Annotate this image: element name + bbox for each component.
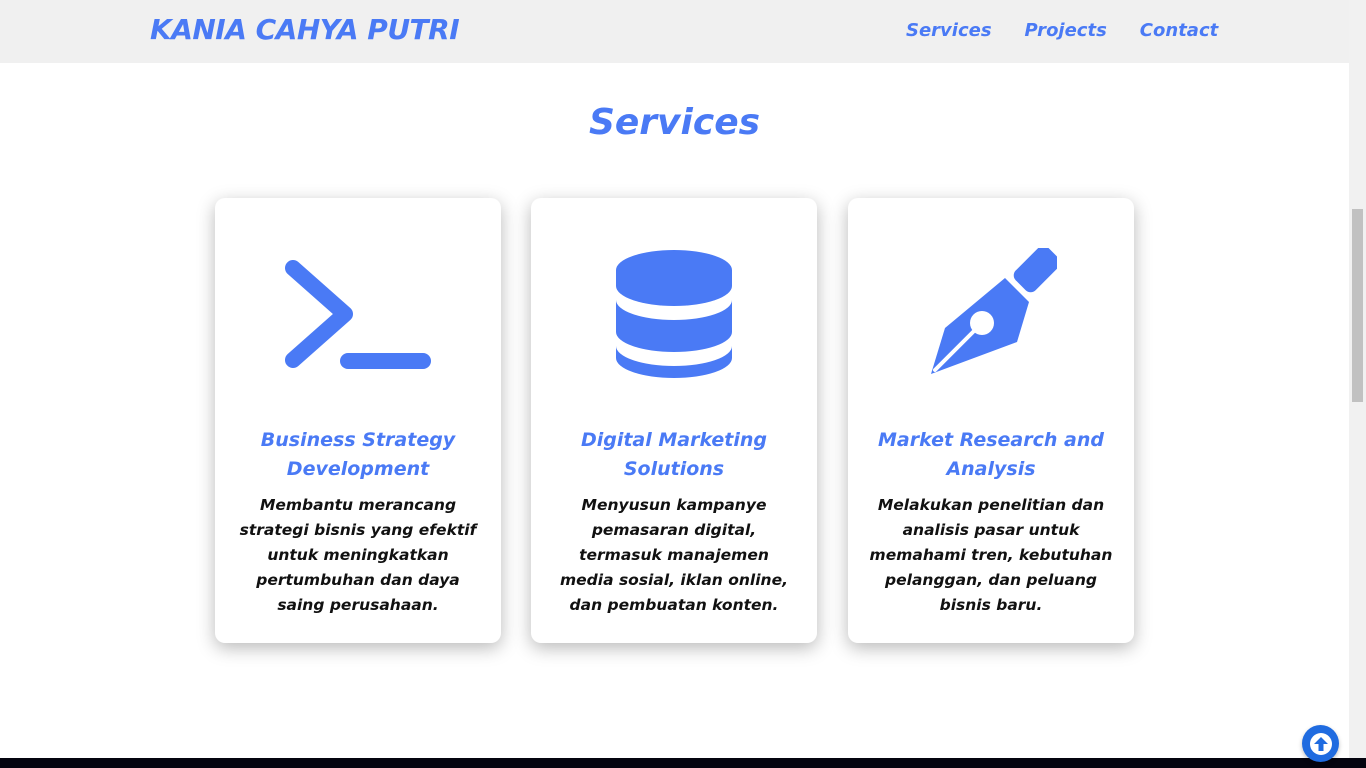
footer: [0, 758, 1366, 768]
terminal-icon: [215, 248, 501, 380]
card-title: Business Strategy Development: [260, 429, 456, 480]
database-icon: [531, 248, 817, 380]
back-to-top-button[interactable]: [1302, 725, 1339, 762]
card-title: Digital Marketing Solutions: [580, 429, 768, 480]
section-title: Services: [588, 102, 761, 143]
nav-link-contact[interactable]: Contact: [1140, 20, 1218, 41]
service-card-market-research: Market Research and Analysis Melakukan p…: [848, 198, 1134, 643]
scrollbar-thumb[interactable]: [1352, 209, 1363, 402]
nav-link-projects[interactable]: Projects: [1025, 20, 1107, 41]
nav-link-services[interactable]: Services: [906, 20, 992, 41]
pen-nib-icon: [848, 248, 1134, 380]
card-title: Market Research and Analysis: [878, 429, 1104, 480]
service-card-business-strategy: Business Strategy Development Membantu m…: [215, 198, 501, 643]
card-description: Menyusun kampanye pemasaran digital, ter…: [560, 496, 788, 614]
arrow-up-icon: [1309, 732, 1332, 755]
card-description: Membantu merancang strategi bisnis yang …: [239, 496, 477, 614]
brand-logo[interactable]: KANIA CAHYA PUTRI: [150, 13, 460, 46]
service-card-digital-marketing: Digital Marketing Solutions Menyusun kam…: [531, 198, 817, 643]
navbar: KANIA CAHYA PUTRI Services Projects Cont…: [0, 0, 1349, 63]
nav-links: Services Projects Contact: [906, 20, 1251, 41]
scrollbar[interactable]: [1349, 0, 1366, 758]
card-description: Melakukan penelitian dan analisis pasar …: [869, 496, 1113, 614]
